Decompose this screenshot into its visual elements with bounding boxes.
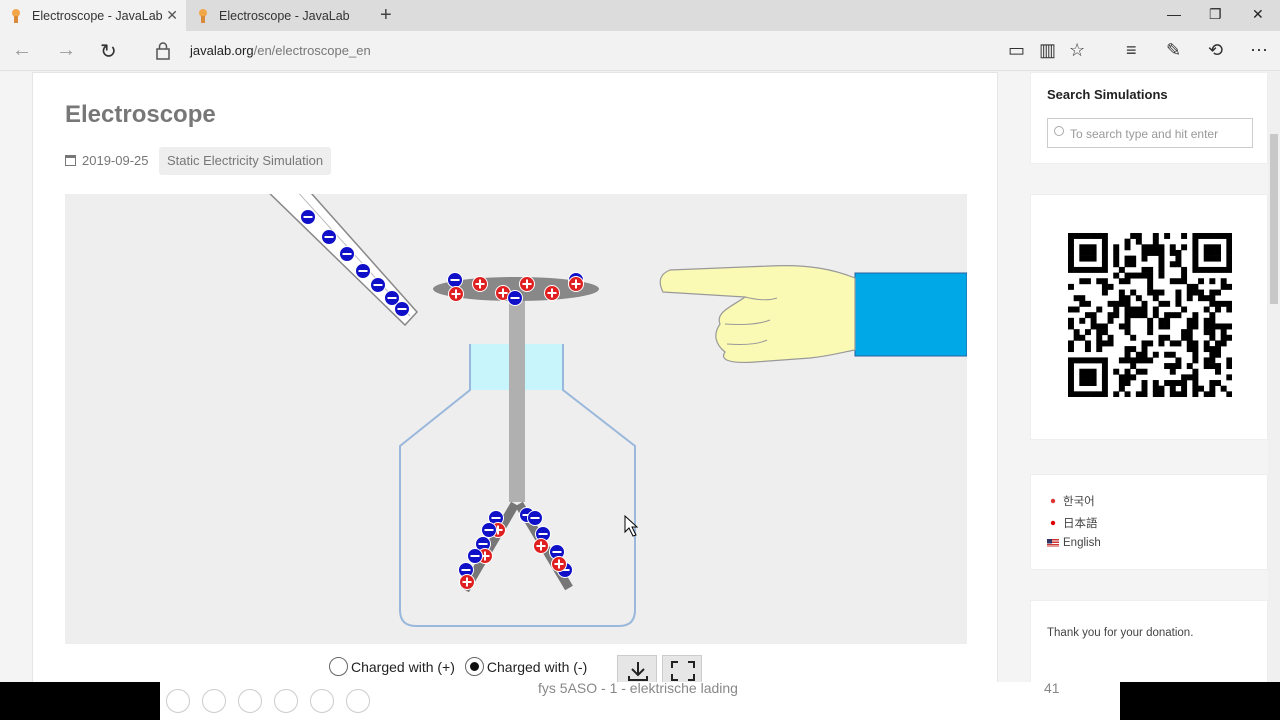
search-widget: Search Simulations To search type and hi… [1030,72,1268,164]
pointing-hand[interactable] [659,265,967,364]
language-english[interactable]: English [1047,537,1101,549]
search-title: Search Simulations [1047,87,1168,102]
tab-electroscope[interactable]: Electroscope - JavaLab [187,0,375,31]
negative-charge-icon [527,510,543,526]
electroscope-stem [509,297,525,502]
presentation-bar: fys 5ASO - 1 - elektrische lading 41 [160,680,1120,720]
language-korean[interactable]: 한국어 [1047,493,1095,509]
language-japanese-label: 日本語 [1063,518,1098,530]
tab-strip: Electroscope - JavaLab ✕ Electroscope - … [0,0,1280,31]
address-bar: ← → ↻ javalab.org/en/electroscope_en ▭ ▥… [0,31,1280,71]
positive-charge-icon [472,276,488,292]
negative-charge-icon [467,548,483,564]
share-icon[interactable]: ⟲ [1208,40,1223,61]
positive-charge-icon [448,286,464,302]
more-options-icon[interactable] [346,689,370,713]
negative-charge-icon [321,229,337,245]
negative-charge-icon [507,290,523,306]
fullscreen-button[interactable] [662,655,702,682]
book-icon[interactable]: ▥ [1039,40,1056,61]
back-arrow-icon[interactable]: ← [12,39,32,62]
japan-flag-icon [1047,519,1059,527]
close-window-button[interactable]: ✕ [1252,6,1264,23]
pen-icon[interactable] [238,689,262,713]
donation-text: Thank you for your donation. [1047,627,1194,639]
search-placeholder: To search type and hit enter [1070,127,1219,141]
next-slide-icon[interactable] [202,689,226,713]
slide-caption: fys 5ASO - 1 - elektrische lading [538,680,738,696]
page-title: Electroscope [65,101,216,128]
search-icon [1054,126,1064,136]
javalab-favicon-icon [199,8,207,23]
positive-charge-icon [544,285,560,301]
javalab-favicon-icon [12,8,20,23]
language-widget: 한국어 日本語 English [1030,474,1268,570]
url-path: /en/electroscope_en [253,43,371,58]
korea-flag-icon [1047,497,1059,505]
qr-code-image[interactable] [1068,233,1232,397]
download-icon [628,662,648,681]
language-english-label: English [1063,537,1101,549]
zoom-icon[interactable] [310,689,334,713]
simulation-canvas[interactable] [65,194,967,644]
negative-charge-icon [481,522,497,538]
article-card: Electroscope 2019-09-25 Static Electrici… [32,72,998,682]
tab-title: Electroscope - JavaLab [32,8,163,23]
language-japanese[interactable]: 日本語 [1047,515,1098,531]
electroscope-simulation[interactable] [65,194,967,644]
new-tab-button[interactable]: + [380,4,392,27]
slides-overview-icon[interactable] [274,689,298,713]
positive-charge-label: Charged with (+) [351,658,455,675]
post-date: 2019-09-25 [65,153,149,168]
positive-charge-icon [533,538,549,554]
forward-arrow-icon[interactable]: → [56,39,76,62]
hub-icon[interactable]: ≡ [1126,40,1137,61]
fullscreen-icon [671,661,695,681]
language-korean-label: 한국어 [1063,496,1095,508]
url-host: javalab.org [190,43,254,58]
reading-view-icon[interactable]: ▭ [1008,40,1025,61]
tab-electroscope-active[interactable]: Electroscope - JavaLab ✕ [0,0,186,31]
donation-widget: Thank you for your donation. [1030,600,1268,682]
download-button[interactable] [617,655,657,682]
negative-charge-icon [339,246,355,262]
positive-charge-icon [459,574,475,590]
negative-charge-icon [300,209,316,225]
qr-widget [1030,194,1268,440]
url-field[interactable]: javalab.org/en/electroscope_en [190,43,371,58]
category-tag[interactable]: Static Electricity Simulation [159,147,332,175]
calendar-icon [65,155,76,166]
page-scrollbar[interactable] [1268,72,1280,682]
more-icon[interactable]: ⋯ [1250,40,1268,61]
slide-number: 41 [1044,680,1060,696]
negative-charge-icon [355,263,371,279]
positive-charge-icon [551,556,567,572]
lock-icon [156,42,170,60]
negative-charge-label: Charged with (-) [486,658,588,675]
minimize-button[interactable]: — [1167,6,1181,22]
negative-charge-radio[interactable] [464,657,484,676]
us-flag-icon [1047,539,1059,547]
web-page: Electroscope 2019-09-25 Static Electrici… [0,72,1268,682]
maximize-button[interactable]: ❐ [1209,6,1222,23]
charge-options: Charged with (+) Charged with (-) [329,657,587,676]
web-note-icon[interactable]: ✎ [1166,40,1181,61]
previous-slide-icon[interactable] [166,689,190,713]
tab-title: Electroscope - JavaLab [219,8,350,23]
sleeve [854,272,967,357]
scrollbar-thumb[interactable] [1270,134,1278,304]
negative-charge-icon [394,301,410,317]
positive-charge-icon [568,276,584,292]
refresh-icon[interactable]: ↻ [100,39,117,64]
negative-charge-icon [447,272,463,288]
negative-charge-icon [370,277,386,293]
post-date-text: 2019-09-25 [82,153,149,168]
tab-close-icon[interactable]: ✕ [166,7,178,24]
positive-charge-icon [519,276,535,292]
search-input[interactable]: To search type and hit enter [1047,118,1253,148]
favorite-star-icon[interactable]: ☆ [1069,40,1085,61]
positive-charge-radio[interactable] [329,657,348,676]
